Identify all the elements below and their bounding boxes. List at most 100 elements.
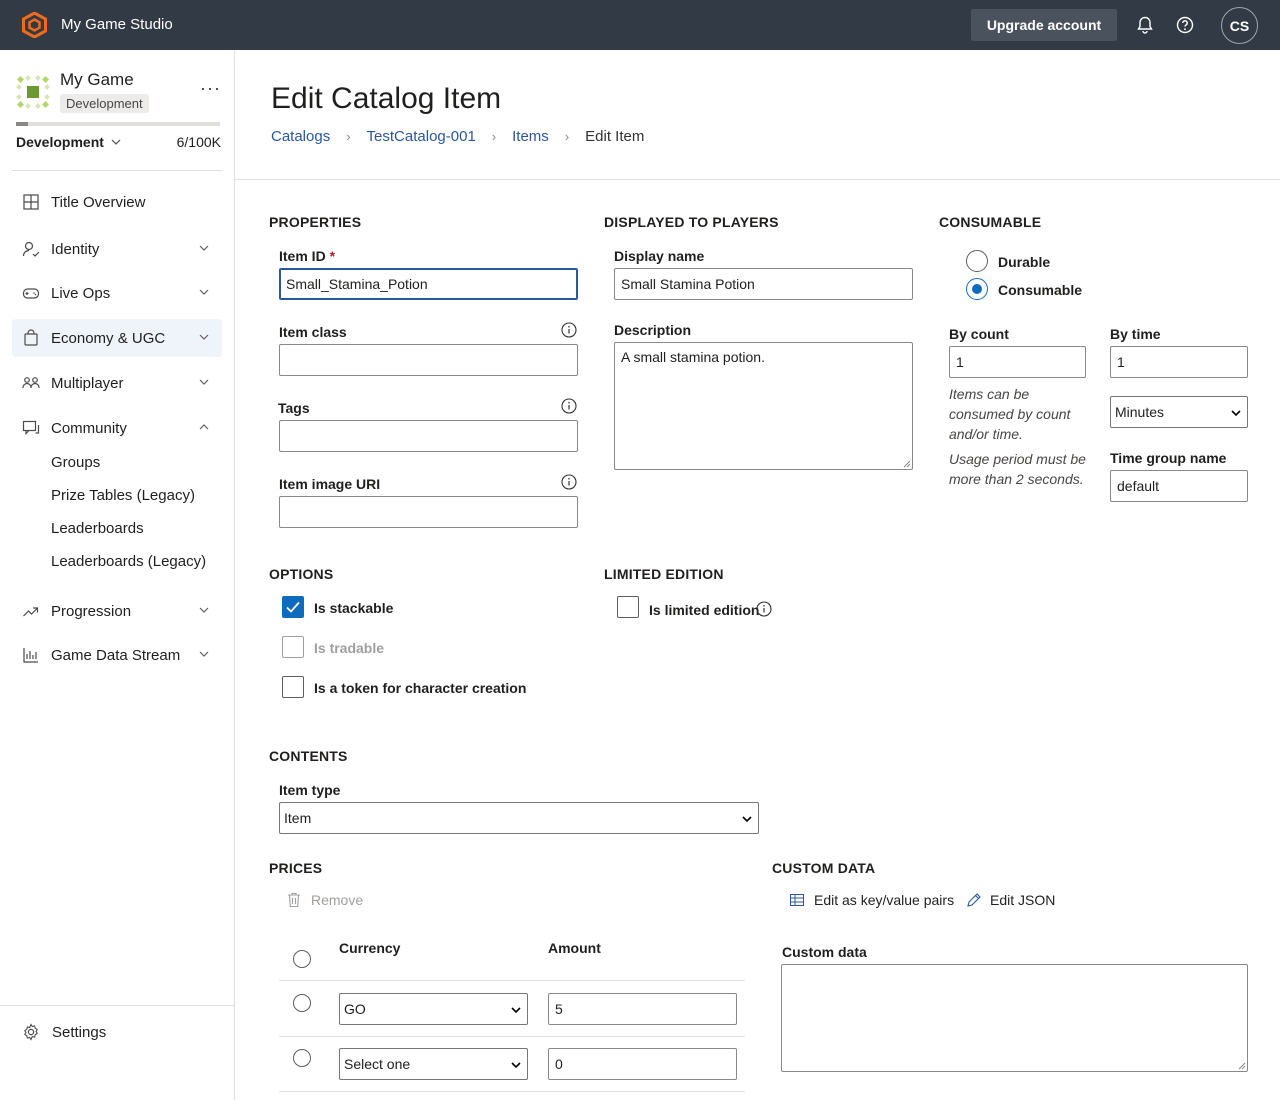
item-class-field[interactable]	[279, 344, 578, 376]
info-icon[interactable]	[561, 474, 577, 490]
settings-area: Settings	[0, 1005, 235, 1100]
usage-count: 6/100K	[176, 134, 221, 150]
item-class-label: Item class	[279, 324, 347, 340]
tags-label: Tags	[278, 400, 310, 416]
breadcrumb-catalogs[interactable]: Catalogs	[271, 128, 330, 145]
custom-data-field[interactable]	[781, 964, 1248, 1072]
by-time-field[interactable]: 1	[1110, 346, 1248, 378]
sidebar-item-multiplayer[interactable]: Multiplayer	[12, 364, 222, 402]
sidebar-item-community[interactable]: Community	[12, 409, 222, 447]
amount-field[interactable]: 5	[548, 993, 737, 1025]
consumable-radio[interactable]	[966, 278, 988, 300]
time-unit-select[interactable]: Minutes	[1110, 396, 1248, 428]
resize-handle-icon[interactable]	[1238, 1062, 1246, 1070]
upgrade-account-button[interactable]: Upgrade account	[971, 9, 1117, 41]
trend-icon	[23, 607, 39, 617]
time-group-field[interactable]: default	[1110, 470, 1248, 502]
studio-name[interactable]: My Game Studio	[61, 16, 173, 33]
currency-value: Select one	[344, 1056, 411, 1072]
game-name[interactable]: My Game	[60, 70, 134, 90]
breadcrumb-catalog[interactable]: TestCatalog-001	[367, 128, 476, 145]
consumable-label[interactable]: Consumable	[998, 282, 1082, 298]
custom-data-label: Custom data	[782, 944, 867, 960]
time-group-label: Time group name	[1110, 450, 1227, 466]
amount-column-header[interactable]: Amount	[548, 940, 601, 956]
grid-icon	[23, 194, 39, 210]
row-divider	[279, 1036, 745, 1037]
limited-edition-checkbox[interactable]	[617, 596, 639, 618]
row-select-radio[interactable]	[293, 994, 311, 1012]
studio-logo-icon[interactable]	[22, 12, 47, 38]
sidebar-item-label: Progression	[51, 602, 132, 620]
edit-json-label: Edit JSON	[990, 892, 1056, 908]
pencil-icon	[967, 893, 981, 907]
currency-select[interactable]: Select one	[339, 1048, 528, 1080]
currency-select[interactable]: GO	[339, 993, 528, 1025]
bar-chart-icon	[23, 648, 38, 663]
currency-value: GO	[344, 1001, 366, 1017]
tags-field[interactable]	[279, 420, 578, 452]
usage-period-hint: Usage period must be more than 2 seconds…	[949, 451, 1086, 487]
sidebar-subitem-leaderboards-legacy[interactable]: Leaderboards (Legacy)	[51, 553, 206, 570]
durable-radio[interactable]	[966, 250, 988, 272]
help-icon[interactable]	[1175, 15, 1195, 35]
sidebar-subitem-prize-tables[interactable]: Prize Tables (Legacy)	[51, 487, 195, 504]
environment-badge: Development	[60, 94, 149, 113]
remove-label: Remove	[311, 892, 364, 908]
avatar[interactable]: CS	[1221, 7, 1258, 44]
by-count-field[interactable]: 1	[949, 346, 1086, 378]
edit-json-button[interactable]: Edit JSON	[966, 892, 1055, 908]
item-type-value: Item	[284, 810, 312, 826]
limited-edition-label[interactable]: Is limited edition	[649, 602, 759, 618]
sidebar-subitem-groups[interactable]: Groups	[51, 454, 100, 471]
info-icon[interactable]	[561, 322, 577, 338]
more-options-button[interactable]: ···	[200, 78, 221, 99]
sidebar-item-economy-ugc[interactable]: Economy & UGC	[12, 319, 222, 357]
edit-key-value-button[interactable]: Edit as key/value pairs	[790, 892, 954, 908]
item-type-select[interactable]: Item	[279, 802, 759, 834]
display-name-field[interactable]: Small Stamina Potion	[614, 268, 913, 300]
environment-select[interactable]: Development	[16, 134, 122, 150]
chevron-down-icon	[199, 651, 209, 657]
info-icon[interactable]	[561, 398, 577, 414]
sidebar-item-label: Live Ops	[51, 284, 111, 302]
durable-label[interactable]: Durable	[998, 254, 1050, 270]
sidebar-item-identity[interactable]: Identity	[12, 230, 222, 268]
options-section-title: OPTIONS	[269, 566, 334, 582]
tradable-checkbox	[282, 636, 304, 658]
chat-icon	[22, 420, 40, 435]
description-field[interactable]: A small stamina potion.	[614, 342, 913, 470]
usage-bar-fill	[16, 122, 29, 126]
required-marker: *	[329, 248, 336, 264]
row-select-radio[interactable]	[293, 1049, 311, 1067]
breadcrumb-items[interactable]: Items	[512, 128, 549, 145]
bell-icon[interactable]	[1135, 15, 1155, 35]
item-id-field[interactable]: Small_Stamina_Potion	[279, 268, 578, 300]
chevron-down-icon	[511, 1062, 521, 1069]
time-unit-value: Minutes	[1115, 404, 1165, 420]
sidebar-item-live-ops[interactable]: Live Ops	[12, 274, 222, 312]
chevron-down-icon	[742, 816, 752, 823]
chevron-right-icon: ›	[346, 129, 351, 144]
sidebar-item-game-data-stream[interactable]: Game Data Stream	[12, 636, 222, 674]
resize-handle-icon[interactable]	[903, 460, 911, 468]
sidebar-item-label: Game Data Stream	[51, 646, 181, 664]
settings-link[interactable]: Settings	[22, 1023, 106, 1041]
chevron-up-icon	[199, 424, 209, 430]
currency-column-header[interactable]: Currency	[339, 940, 400, 956]
stackable-label[interactable]: Is stackable	[314, 600, 393, 616]
prices-section-title: PRICES	[269, 860, 323, 876]
stackable-checkbox[interactable]	[282, 596, 304, 618]
sidebar-item-title-overview[interactable]: Title Overview	[12, 183, 222, 221]
select-all-radio[interactable]	[293, 950, 311, 968]
sidebar-subitem-leaderboards[interactable]: Leaderboards	[51, 520, 144, 537]
sidebar-item-progression[interactable]: Progression	[12, 592, 222, 630]
chevron-right-icon: ›	[564, 129, 570, 144]
token-checkbox[interactable]	[282, 676, 304, 698]
image-uri-field[interactable]	[279, 496, 578, 528]
sidebar-item-label: Multiplayer	[51, 374, 124, 392]
token-label[interactable]: Is a token for character creation	[314, 680, 526, 696]
info-icon[interactable]	[756, 601, 772, 617]
page-title: Edit Catalog Item	[271, 82, 502, 115]
amount-field[interactable]: 0	[548, 1048, 737, 1080]
